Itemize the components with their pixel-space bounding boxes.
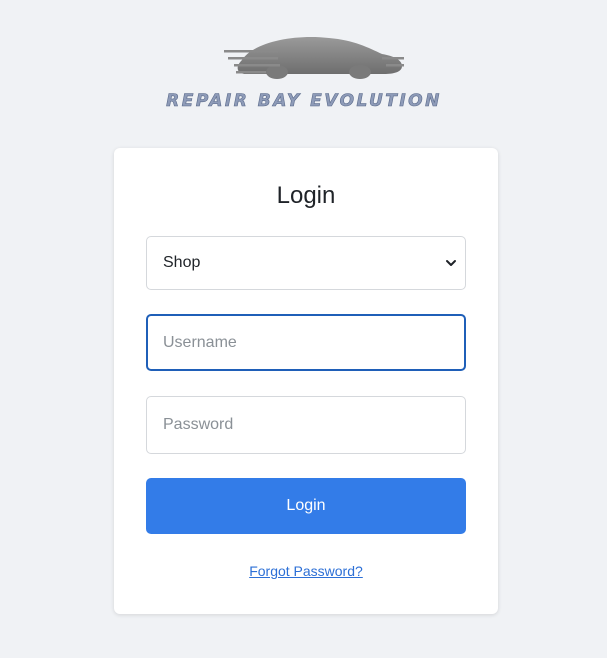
account-type-selected-value: Shop [163, 254, 201, 271]
account-type-select[interactable]: Shop [146, 236, 466, 290]
brand-logo: REPAIR BAY EVOLUTION [0, 30, 607, 114]
login-button[interactable]: Login [146, 478, 466, 534]
password-input[interactable] [146, 396, 466, 454]
forgot-password-link[interactable]: Forgot Password? [114, 563, 498, 579]
brand-logo-text: REPAIR BAY EVOLUTION [166, 91, 442, 111]
username-input[interactable] [146, 314, 466, 371]
login-title: Login [276, 182, 336, 209]
login-card: Login Shop Login Forgot Password? [114, 148, 498, 614]
car-silhouette-icon: REPAIR BAY EVOLUTION [165, 36, 442, 111]
chevron-down-icon [446, 260, 456, 266]
